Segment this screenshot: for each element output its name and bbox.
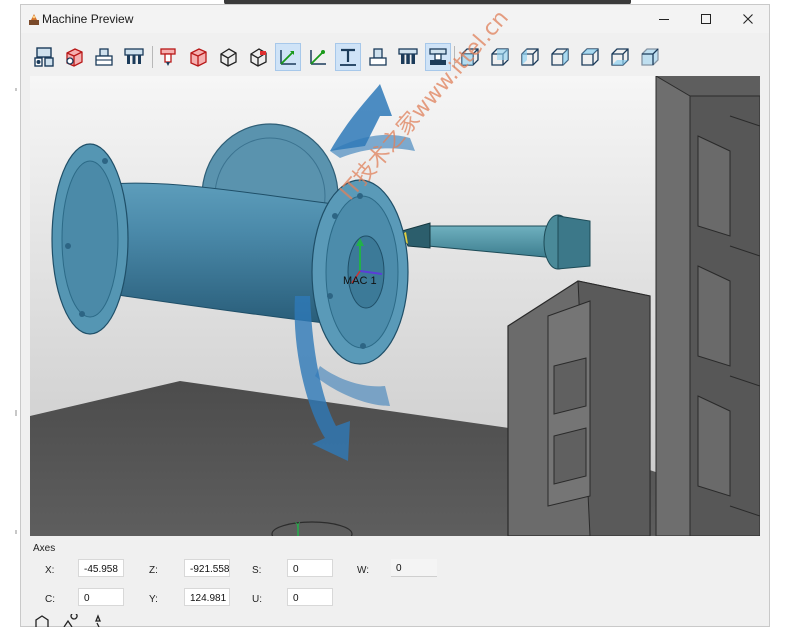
axis-u-label: U: — [252, 594, 262, 605]
toolbar-button-axis-system[interactable] — [275, 43, 301, 71]
toolbar-button-view-top[interactable] — [577, 43, 603, 71]
title-bar: Machine Preview — [21, 5, 769, 33]
axis-u-field[interactable] — [287, 588, 333, 606]
axis-x-field[interactable] — [78, 559, 124, 577]
workpiece-cylinder — [89, 182, 351, 327]
axis-arrow-icon — [310, 50, 326, 65]
toolbar-button-workpiece[interactable] — [61, 43, 87, 71]
stock-box-icon — [190, 48, 207, 67]
axis-x-label: X: — [45, 565, 55, 576]
section-box-icon — [250, 48, 267, 67]
toolbar-button-fixture[interactable] — [91, 43, 117, 71]
toolbar-button-tool[interactable] — [335, 43, 361, 71]
view-top-icon — [581, 48, 599, 66]
maximize-button[interactable] — [685, 5, 727, 33]
tool-holder-icon — [124, 48, 144, 64]
machine-preview-window: Machine Preview MAC 1 Y IT技术之家www.ittel.… — [20, 4, 770, 627]
toolbar-button-tooling[interactable] — [395, 43, 421, 71]
axis-z-field[interactable] — [184, 559, 230, 577]
axis-w-label: W: — [357, 565, 370, 576]
tooling-icon — [398, 48, 418, 64]
axis-y-label: Y — [295, 521, 301, 530]
toolbar-button-stock[interactable] — [185, 43, 211, 71]
axis-y-label-panel: Y: — [149, 594, 158, 605]
axis-c-label: C: — [45, 594, 55, 605]
toolbar-button-machine-components[interactable] — [31, 43, 57, 71]
origin-label: MAC 1 — [343, 275, 377, 287]
toolbar-button-section[interactable] — [245, 43, 271, 71]
view-back-icon — [491, 48, 509, 66]
bottom-toolbar-fragment — [18, 614, 108, 627]
axis-s-label: S: — [252, 565, 262, 576]
left-edge — [0, 0, 20, 627]
minimize-icon — [659, 19, 669, 20]
axis-system-icon — [280, 50, 296, 65]
maximize-icon — [701, 14, 711, 24]
axis-y-field[interactable] — [184, 588, 230, 606]
toolbar-separator — [152, 46, 153, 68]
machine-components-icon — [34, 47, 54, 67]
toolbar-button-view-left[interactable] — [517, 43, 543, 71]
toolbar-button-view-bottom[interactable] — [607, 43, 633, 71]
spindle-icon — [160, 48, 176, 66]
toolbar-button-part-view[interactable] — [215, 43, 241, 71]
view-left-icon — [521, 48, 539, 66]
minimize-button[interactable] — [643, 5, 685, 33]
close-button[interactable] — [727, 5, 769, 33]
toolbar-button-fixture-base[interactable] — [365, 43, 391, 71]
fixture-icon — [95, 48, 113, 66]
view-right-icon — [551, 48, 569, 66]
axis-z-label: Z: — [149, 565, 158, 576]
toolbar — [31, 43, 751, 73]
workpiece-box-icon — [66, 48, 83, 67]
toolbar-button-tool-holder[interactable] — [121, 43, 147, 71]
axis-c-field[interactable] — [78, 588, 124, 606]
tool-shaft — [427, 225, 556, 259]
axis-w-field[interactable] — [391, 559, 437, 577]
fixture-base-icon — [369, 48, 387, 66]
axes-panel: Axes X: Z: S: W: C: Y: U: — [30, 539, 760, 621]
window-title: Machine Preview — [42, 12, 134, 26]
toolbar-button-axis-arrow[interactable] — [305, 43, 331, 71]
close-icon — [743, 14, 753, 24]
toolbar-button-view-right[interactable] — [547, 43, 573, 71]
app-icon — [29, 14, 39, 25]
toolbar-button-view-iso[interactable] — [637, 43, 663, 71]
view-iso-icon — [641, 48, 659, 66]
toolbar-button-spindle[interactable] — [155, 43, 181, 71]
view-bottom-icon — [611, 48, 629, 66]
part-view-icon — [220, 48, 237, 67]
axes-title: Axes — [33, 543, 56, 554]
tool-t-icon — [340, 48, 356, 66]
axis-s-field[interactable] — [287, 559, 333, 577]
